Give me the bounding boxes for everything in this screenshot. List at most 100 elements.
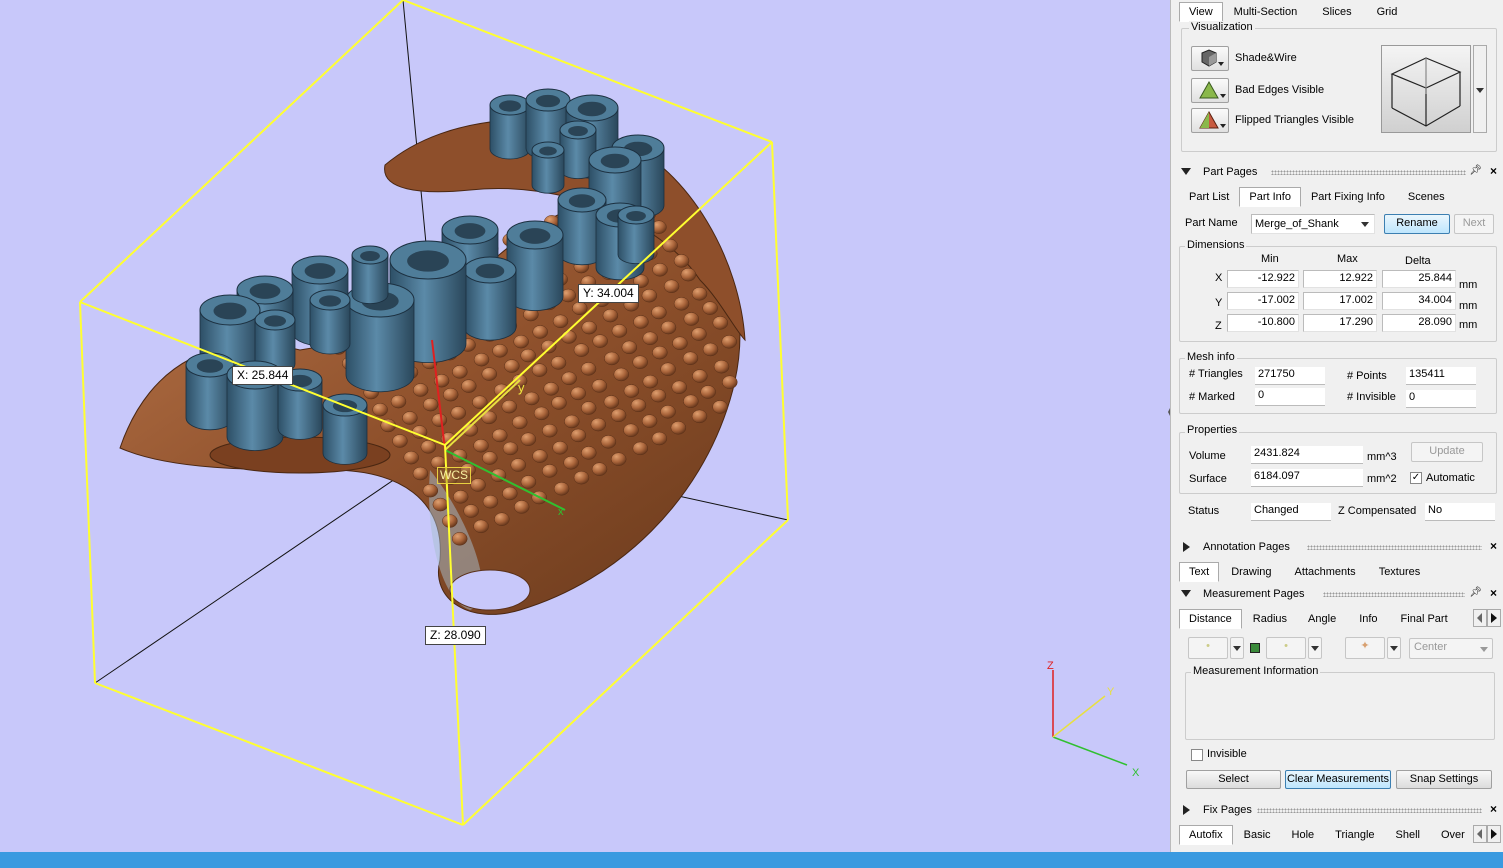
dim-x-max[interactable]: 12.922 (1303, 270, 1377, 288)
collapse-arrow-icon[interactable] (1181, 590, 1191, 597)
tab-radius[interactable]: Radius (1242, 609, 1297, 629)
drag-handle[interactable] (1271, 170, 1466, 175)
point-select-1[interactable]: • (1188, 637, 1228, 659)
bump (572, 301, 588, 316)
dimensions-title: Dimensions (1185, 239, 1247, 251)
close-icon[interactable]: × (1490, 586, 1497, 600)
bump (552, 314, 569, 329)
tab-angle[interactable]: Angle (1297, 609, 1346, 629)
expand-arrow-icon[interactable] (1183, 542, 1190, 552)
tab-multi-section[interactable]: Multi-Section (1223, 2, 1308, 22)
part-name-value: Merge_of_Shank (1255, 218, 1339, 230)
next-button[interactable]: Next (1454, 214, 1494, 234)
tab-scenes[interactable]: Scenes (1395, 187, 1455, 207)
update-button[interactable]: Update (1411, 442, 1483, 462)
tab-final-part[interactable]: Final Part (1388, 609, 1458, 629)
point-select-2-dropdown[interactable] (1308, 637, 1322, 659)
shade-wire-button[interactable] (1191, 46, 1229, 71)
fix-pages-header[interactable]: Fix Pages × (1171, 802, 1503, 820)
bump (691, 327, 707, 341)
tab-triangle[interactable]: Triangle (1324, 825, 1384, 845)
bad-edges-button[interactable] (1191, 78, 1229, 103)
snap-mode-button[interactable]: ✦ (1345, 637, 1385, 659)
snap-mode-dropdown[interactable] (1387, 637, 1401, 659)
close-icon[interactable]: × (1490, 802, 1497, 816)
tab-hole[interactable]: Hole (1281, 825, 1325, 845)
annotation-pages-header[interactable]: Annotation Pages × (1171, 539, 1503, 557)
bump (592, 334, 608, 348)
drag-handle[interactable] (1307, 545, 1482, 550)
drag-handle[interactable] (1257, 808, 1482, 813)
measurement-pages-header[interactable]: Measurement Pages 📌︎ × (1171, 586, 1503, 604)
tabs-scroll-right[interactable] (1487, 609, 1501, 627)
point-select-1-dropdown[interactable] (1230, 637, 1244, 659)
tab-part-list[interactable]: Part List (1179, 187, 1239, 207)
z-compensated-label: Z Compensated (1338, 505, 1417, 517)
dim-y-min[interactable]: -17.002 (1227, 292, 1299, 310)
3d-viewport[interactable]: y x X: 25.844 Y: 34.004 Z: 28.090 WCS Z … (0, 0, 1170, 852)
dim-y-max[interactable]: 17.002 (1303, 292, 1377, 310)
dim-z-min[interactable]: -10.800 (1227, 314, 1299, 332)
tab-drawing[interactable]: Drawing (1219, 562, 1281, 582)
view-cube-dropdown[interactable] (1473, 45, 1487, 133)
status-value: Changed (1251, 503, 1331, 521)
bump (580, 362, 597, 376)
bump (651, 305, 667, 320)
tab-basic[interactable]: Basic (1233, 825, 1281, 845)
tab-grid[interactable]: Grid (1362, 2, 1408, 22)
triad-z-label: Z (1047, 660, 1054, 672)
flipped-triangles-button[interactable] (1191, 108, 1229, 133)
invisible-checkbox[interactable] (1191, 749, 1203, 761)
tab-distance[interactable]: Distance (1179, 609, 1242, 629)
bump (502, 441, 519, 456)
tabs-scroll-left[interactable] (1473, 609, 1487, 627)
bump (532, 325, 548, 339)
close-icon[interactable]: × (1490, 164, 1497, 178)
pin-icon[interactable]: 📌︎ (1469, 165, 1482, 176)
clear-measurements-button[interactable]: Clear Measurements (1285, 770, 1391, 789)
tab-info[interactable]: Info (1346, 609, 1387, 629)
expand-arrow-icon[interactable] (1183, 805, 1190, 815)
tab-text[interactable]: Text (1179, 562, 1220, 582)
snap-settings-button[interactable]: Snap Settings (1396, 770, 1492, 789)
center-select[interactable]: Center (1409, 638, 1493, 659)
tab-shell[interactable]: Shell (1385, 825, 1430, 845)
tab-part-info[interactable]: Part Info (1239, 187, 1301, 207)
bump (412, 383, 429, 397)
automatic-checkbox[interactable]: ✓ (1410, 472, 1422, 484)
tab-autofix[interactable]: Autofix (1179, 825, 1233, 845)
collapse-arrow-icon[interactable] (1181, 168, 1191, 175)
dim-x-delta[interactable]: 25.844 (1382, 270, 1456, 288)
close-icon[interactable]: × (1490, 539, 1497, 553)
scene-canvas[interactable]: y x (0, 0, 1170, 852)
tab-textures[interactable]: Textures (1366, 562, 1431, 582)
bump (641, 414, 658, 428)
dim-z-delta[interactable]: 28.090 (1382, 314, 1456, 332)
tab-part-fixing-info[interactable]: Part Fixing Info (1301, 187, 1395, 207)
fix-tabs-scroll-right[interactable] (1487, 825, 1501, 843)
dim-x-min[interactable]: -12.922 (1227, 270, 1299, 288)
bump (482, 494, 499, 509)
fix-tabs-scroll-left[interactable] (1473, 825, 1487, 843)
select-button[interactable]: Select (1186, 770, 1281, 789)
rename-button[interactable]: Rename (1384, 214, 1450, 234)
dim-y-delta[interactable]: 34.004 (1382, 292, 1456, 310)
part-name-select[interactable]: Merge_of_Shank (1251, 214, 1375, 234)
bump (432, 497, 449, 512)
part-pages-header[interactable]: Part Pages 📌︎ × (1171, 164, 1503, 182)
bump (672, 336, 688, 350)
tab-slices[interactable]: Slices (1307, 2, 1361, 22)
bump (532, 449, 548, 463)
drag-handle[interactable] (1323, 592, 1465, 597)
tab-view[interactable]: View (1179, 2, 1223, 22)
bump (573, 343, 590, 357)
tab-attachments[interactable]: Attachments (1282, 562, 1366, 582)
dim-z-max[interactable]: 17.290 (1303, 314, 1377, 332)
point-select-2[interactable]: • (1266, 637, 1306, 659)
tab-over[interactable]: Over (1430, 825, 1475, 845)
bump (520, 475, 537, 489)
bump (671, 380, 687, 395)
bump (520, 432, 537, 446)
view-cube-preview[interactable] (1381, 45, 1471, 133)
pin-icon[interactable]: 📌︎ (1469, 587, 1482, 598)
